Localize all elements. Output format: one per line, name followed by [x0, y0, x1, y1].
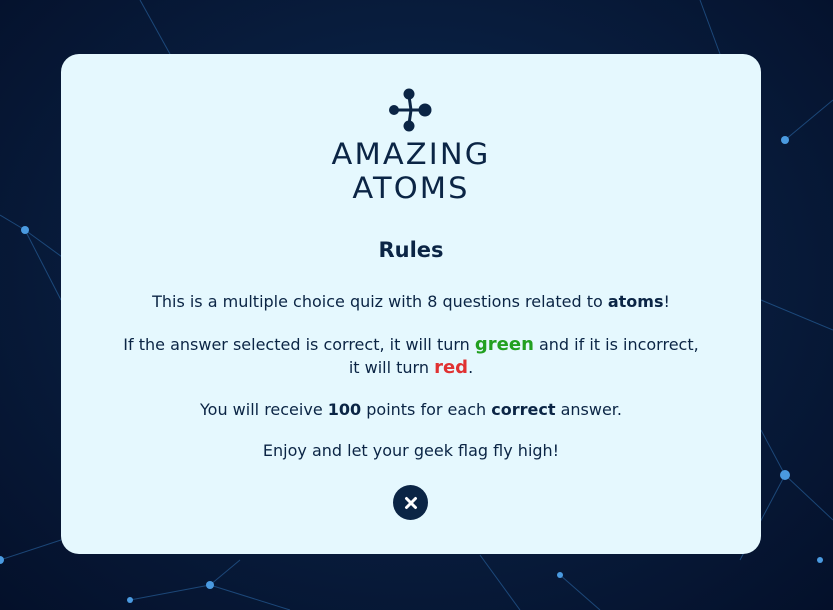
logo-line-1: AMAZING — [331, 137, 491, 171]
red-keyword: red — [434, 357, 469, 378]
close-button[interactable] — [393, 485, 428, 520]
amazing-atoms-logo: AMAZING ATOMS — [61, 84, 761, 204]
atom-logo-icon — [389, 88, 432, 132]
close-icon — [404, 496, 417, 509]
atoms-keyword: atoms — [607, 292, 664, 311]
rules-paragraph-enjoy: Enjoy and let your geek flag fly high! — [262, 441, 560, 460]
logo-line-2: ATOMS — [352, 171, 470, 205]
rules-paragraph-answer-colors: If the answer selected is correct, it wi… — [123, 334, 699, 378]
rules-modal: AMAZING ATOMS Rules This is a multiple c… — [61, 54, 761, 554]
points-value: 100 — [327, 400, 362, 419]
correct-keyword: correct — [491, 400, 556, 419]
rules-paragraph-quiz-info: This is a multiple choice quiz with 8 qu… — [152, 292, 670, 311]
rules-paragraph-points: You will receive 100 points for each cor… — [200, 400, 622, 419]
green-keyword: green — [474, 334, 534, 355]
rules-title: Rules — [378, 238, 444, 262]
